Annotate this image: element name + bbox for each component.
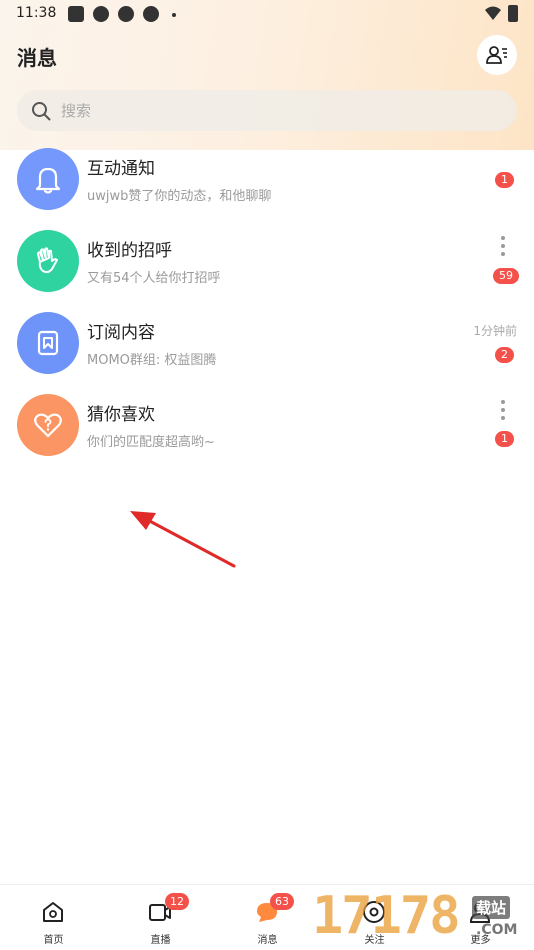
wifi-icon: [485, 6, 501, 20]
annotation-arrow-icon: [130, 511, 236, 568]
unread-badge: 59: [493, 268, 519, 284]
bell-icon: [35, 167, 61, 194]
message-title: 互动通知: [87, 159, 155, 179]
search-icon: [32, 101, 51, 120]
tab-label: 直播: [150, 935, 171, 946]
page-title: 消息: [17, 46, 57, 70]
message-title: 猜你喜欢: [87, 405, 155, 425]
contacts-button[interactable]: [477, 35, 517, 75]
watermark-number: 17178: [312, 886, 461, 946]
status-time: 11:38: [16, 5, 57, 21]
contacts-icon: [486, 46, 507, 64]
search-placeholder: 搜索: [61, 102, 92, 120]
message-preview: uwjwb赞了你的动态，和他聊聊: [87, 189, 272, 204]
home-icon: [43, 902, 63, 922]
search-bar[interactable]: 搜索: [17, 90, 517, 131]
message-preview: 又有54个人给你打招呼: [87, 271, 221, 286]
app-notification-icon: [93, 6, 109, 22]
app-notification-icon: [118, 6, 134, 22]
tab-label: 消息: [257, 935, 278, 946]
message-preview: MOMO群组: 权益图腾: [87, 353, 217, 368]
heart-question-icon: [34, 413, 62, 438]
hand-wave-icon: [37, 247, 58, 274]
more-options-icon[interactable]: [500, 236, 506, 256]
tab-badge: 63: [270, 893, 294, 910]
more-notifications-dot: [172, 13, 176, 17]
heart-avatar: [17, 394, 79, 456]
message-time: 1分钟前: [473, 324, 517, 338]
hand-avatar: [17, 230, 79, 292]
message-item-recommend[interactable]: 猜你喜欢 你们的匹配度超高哟~ 1: [0, 394, 534, 476]
bookmark-avatar: [17, 312, 79, 374]
tab-badge: 12: [165, 893, 189, 910]
tab-home[interactable]: 首页: [0, 885, 107, 950]
message-item-subscriptions[interactable]: 订阅内容 MOMO群组: 权益图腾 1分钟前 2: [0, 312, 534, 394]
message-item-greetings[interactable]: 收到的招呼 又有54个人给你打招呼 59: [0, 230, 534, 312]
app-notification-icon: [143, 6, 159, 22]
message-preview: 你们的匹配度超高哟~: [87, 435, 215, 450]
watermark-domain: .COM: [476, 922, 518, 938]
message-item-interaction[interactable]: 互动通知 uwjwb赞了你的动态，和他聊聊 1: [0, 148, 534, 230]
unread-badge: 1: [495, 431, 514, 447]
unread-badge: 2: [495, 347, 514, 363]
status-bar: 11:38: [0, 0, 534, 30]
watermark-site: 载站: [472, 896, 511, 919]
tab-live[interactable]: 12 直播: [107, 885, 214, 950]
notification-icon: [68, 6, 84, 22]
more-options-icon[interactable]: [500, 400, 506, 420]
message-title: 收到的招呼: [87, 241, 172, 261]
bell-avatar: [17, 148, 79, 210]
battery-icon: [508, 5, 518, 22]
tab-label: 首页: [43, 935, 64, 946]
message-title: 订阅内容: [87, 323, 155, 343]
bookmark-icon: [37, 330, 59, 356]
site-watermark: 17178 载站 .COM: [308, 886, 534, 950]
unread-badge: 1: [495, 172, 514, 188]
tab-messages[interactable]: 63 消息: [214, 885, 321, 950]
